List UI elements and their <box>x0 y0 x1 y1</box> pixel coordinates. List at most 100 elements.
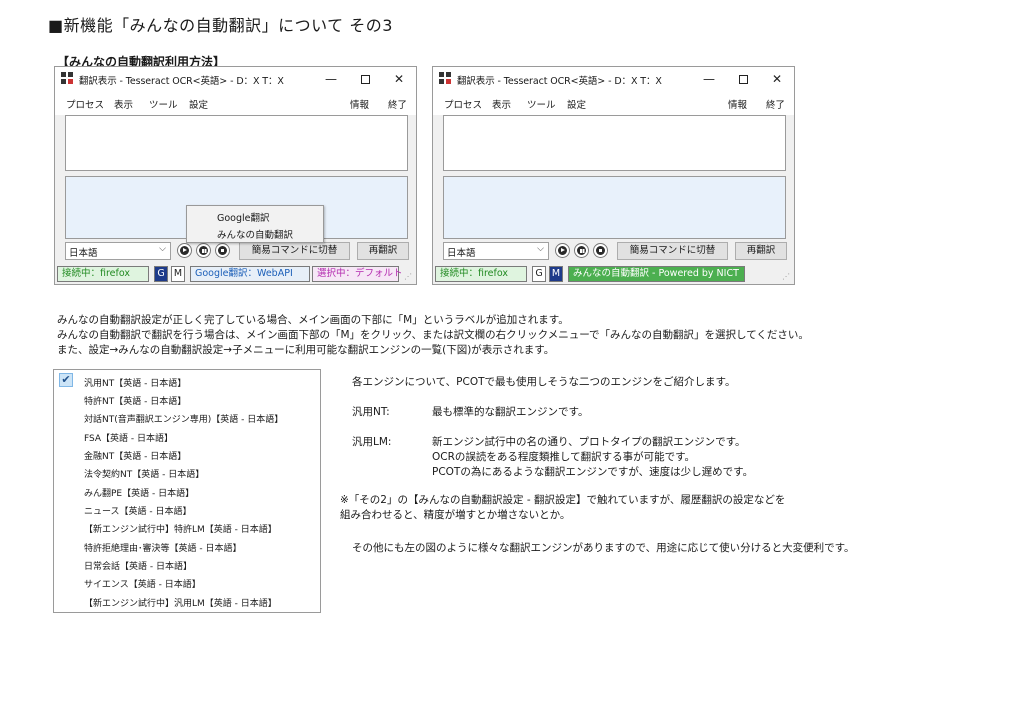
stop-button[interactable] <box>215 243 230 258</box>
page-title: ■新機能「みんなの自動翻訳」について その3 <box>48 16 393 35</box>
menu-process[interactable]: プロセス <box>444 97 482 111</box>
minna-toggle[interactable]: M <box>171 266 185 282</box>
nt-label: 汎用NT: <box>352 406 390 418</box>
minna-toggle[interactable]: M <box>549 266 563 282</box>
maximize-icon <box>360 75 370 84</box>
language-select[interactable]: 日本語 ⌵ <box>443 242 549 260</box>
status-bar: 接続中：firefox G M Google翻訳：WebAPI 選択中：デフォル… <box>57 265 414 283</box>
engine-status: Google翻訳：WebAPI <box>190 266 310 282</box>
menu-settings[interactable]: 設定 <box>189 97 208 111</box>
simple-command-button[interactable]: 簡易コマンドに切替 <box>617 242 728 260</box>
pause-button[interactable] <box>574 243 589 258</box>
note-line: ※「その2」の【みんなの自動翻訳設定 - 翻訳設定】で触れていますが、履歴翻訳の… <box>340 494 786 506</box>
menu-view[interactable]: 表示 <box>114 97 133 111</box>
context-menu: Google翻訳 みんなの自動翻訳 <box>186 205 324 243</box>
selection-status: 選択中：デフォルト <box>312 266 403 282</box>
engine-item[interactable]: 日常会話【英語 - 日本語】 <box>84 559 192 572</box>
engine-item[interactable]: 【新エンジン試行中】特許LM【英語 - 日本語】 <box>84 522 277 535</box>
minimize-button[interactable]: — <box>696 70 722 88</box>
play-icon <box>561 248 565 252</box>
connection-status: 接続中：firefox <box>435 266 527 282</box>
source-text-pane[interactable] <box>65 115 408 171</box>
play-icon <box>183 248 187 252</box>
engine-item[interactable]: 汎用NT【英語 - 日本語】 <box>84 376 186 389</box>
app-icon <box>439 72 452 85</box>
menu-tools[interactable]: ツール <box>149 97 178 111</box>
menu-info[interactable]: 情報 <box>350 97 369 111</box>
retranslate-button[interactable]: 再翻訳 <box>735 242 787 260</box>
pause-button[interactable] <box>196 243 211 258</box>
engine-item[interactable]: 対話NT(音声翻訳エンジン専用)【英語 - 日本語】 <box>84 412 283 425</box>
stop-button[interactable] <box>593 243 608 258</box>
engine-item[interactable]: FSA【英語 - 日本語】 <box>84 431 173 444</box>
menu-exit[interactable]: 終了 <box>766 97 785 111</box>
description-line: みんなの自動翻訳設定が正しく完了している場合、メイン画面の下部に「M」というラベ… <box>57 314 569 326</box>
minimize-button[interactable]: — <box>318 70 344 88</box>
nt-text: 最も標準的な翻訳エンジンです。 <box>432 406 589 418</box>
language-value: 日本語 <box>447 248 476 259</box>
menu-view[interactable]: 表示 <box>492 97 511 111</box>
resize-grip-icon[interactable]: ⋰ <box>404 272 412 281</box>
explanation-intro: 各エンジンについて、PCOTで最も使用しそうな二つのエンジンをご紹介します。 <box>352 376 736 388</box>
google-toggle[interactable]: G <box>154 266 168 282</box>
menu-bar: プロセス 表示 ツール 設定 情報 終了 <box>433 91 794 115</box>
translation-window-2: 翻訳表示 - Tesseract OCR<英語> - D：X T：X — ✕ プ… <box>432 66 795 285</box>
connection-status: 接続中：firefox <box>57 266 149 282</box>
engine-item[interactable]: ニュース【英語 - 日本語】 <box>84 504 192 517</box>
engine-item[interactable]: サイエンス【英語 - 日本語】 <box>84 577 201 590</box>
menu-exit[interactable]: 終了 <box>388 97 407 111</box>
engine-item[interactable]: みん翻PE【英語 - 日本語】 <box>84 486 194 499</box>
language-select[interactable]: 日本語 ⌵ <box>65 242 171 260</box>
window-title: 翻訳表示 - Tesseract OCR<英語> - D：X T：X <box>457 76 662 87</box>
maximize-button[interactable] <box>730 70 756 88</box>
pause-icon <box>202 248 204 253</box>
menu-process[interactable]: プロセス <box>66 97 104 111</box>
source-text-pane[interactable] <box>443 115 786 171</box>
menu-info[interactable]: 情報 <box>728 97 747 111</box>
maximize-button[interactable] <box>352 70 378 88</box>
close-button[interactable]: ✕ <box>386 70 412 88</box>
engine-item[interactable]: 特許NT【英語 - 日本語】 <box>84 394 186 407</box>
engine-item[interactable]: 法令契約NT【英語 - 日本語】 <box>84 467 204 480</box>
play-button[interactable] <box>177 243 192 258</box>
note-line: 組み合わせると、精度が増すとか増さないとか。 <box>340 509 571 521</box>
app-icon <box>61 72 74 85</box>
menu-tools[interactable]: ツール <box>527 97 556 111</box>
engine-item[interactable]: 特許拒絶理由･審決等【英語 - 日本語】 <box>84 541 241 554</box>
engine-item[interactable]: 金融NT【英語 - 日本語】 <box>84 449 186 462</box>
maximize-icon <box>738 75 748 84</box>
google-toggle[interactable]: G <box>532 266 546 282</box>
chevron-down-icon: ⌵ <box>159 244 166 254</box>
title-bar: 翻訳表示 - Tesseract OCR<英語> - D：X T：X — ✕ <box>433 67 794 91</box>
stop-icon <box>221 249 224 252</box>
engine-item[interactable]: 【新エンジン試行中】汎用LM【英語 - 日本語】 <box>84 596 277 609</box>
checkmark-icon: ✔ <box>59 373 73 387</box>
control-row: 日本語 ⌵ 簡易コマンドに切替 再翻訳 <box>65 242 410 260</box>
engine-list: ✔ 汎用NT【英語 - 日本語】 特許NT【英語 - 日本語】 対話NT(音声翻… <box>53 369 321 613</box>
description-line: みんなの自動翻訳で翻訳を行う場合は、メイン画面下部の「M」をクリック、または訳文… <box>57 329 809 341</box>
pause-icon <box>580 248 582 253</box>
window-title: 翻訳表示 - Tesseract OCR<英語> - D：X T：X <box>79 76 284 87</box>
close-button[interactable]: ✕ <box>764 70 790 88</box>
description-line: また、設定→みんなの自動翻訳設定→子メニューに利用可能な翻訳エンジンの一覧(下図… <box>57 344 555 356</box>
lm-line: OCRの誤読をある程度類推して翻訳する事が可能です。 <box>432 451 696 463</box>
lm-line: 新エンジン試行中の名の通り、プロトタイプの翻訳エンジンです。 <box>432 436 746 448</box>
simple-command-button[interactable]: 簡易コマンドに切替 <box>239 242 350 260</box>
menu-settings[interactable]: 設定 <box>567 97 586 111</box>
context-item-google[interactable]: Google翻訳 <box>217 210 270 224</box>
context-item-minna[interactable]: みんなの自動翻訳 <box>217 227 293 241</box>
resize-grip-icon[interactable]: ⋰ <box>782 272 790 281</box>
control-row: 日本語 ⌵ 簡易コマンドに切替 再翻訳 <box>443 242 788 260</box>
retranslate-button[interactable]: 再翻訳 <box>357 242 409 260</box>
chevron-down-icon: ⌵ <box>537 244 544 254</box>
play-button[interactable] <box>555 243 570 258</box>
translation-text-pane[interactable] <box>443 176 786 239</box>
closing-text: その他にも左の図のように様々な翻訳エンジンがありますので、用途に応じて使い分ける… <box>352 542 855 554</box>
translation-window-1: 翻訳表示 - Tesseract OCR<英語> - D：X T：X — ✕ プ… <box>54 66 417 285</box>
menu-bar: プロセス 表示 ツール 設定 情報 終了 <box>55 91 416 115</box>
title-bar: 翻訳表示 - Tesseract OCR<英語> - D：X T：X — ✕ <box>55 67 416 91</box>
language-value: 日本語 <box>69 248 98 259</box>
lm-line: PCOTの為にあるような翻訳エンジンですが、速度は少し遅めです。 <box>432 466 754 478</box>
status-bar: 接続中：firefox G M みんなの自動翻訳 - Powered by NI… <box>435 265 792 283</box>
engine-status: みんなの自動翻訳 - Powered by NICT <box>568 266 745 282</box>
